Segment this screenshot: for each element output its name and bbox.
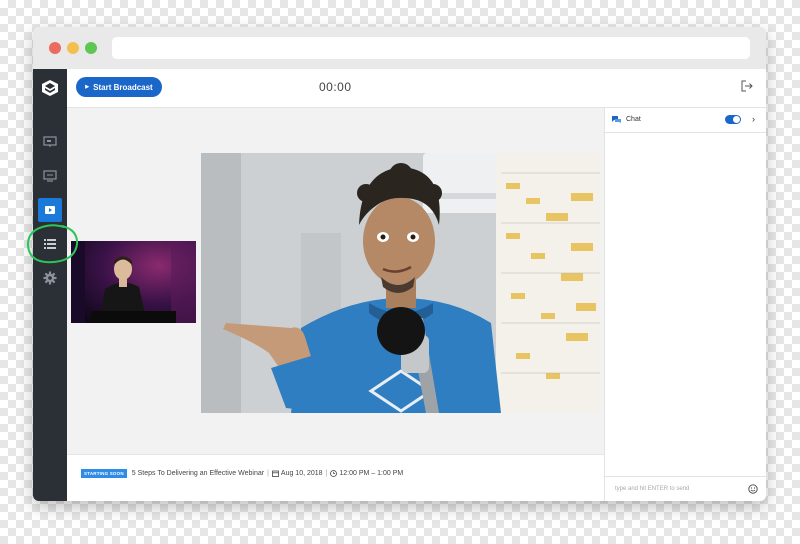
webinar-title: 5 Steps To Delivering an Effective Webin…: [131, 470, 265, 477]
chat-title: Chat: [626, 116, 641, 123]
emoji-icon[interactable]: [748, 484, 758, 494]
calendar-icon: [272, 470, 279, 477]
video-camera-icon: [45, 206, 55, 214]
sidebar: [33, 69, 67, 501]
chat-input[interactable]: type and hit ENTER to send: [605, 476, 766, 501]
sidebar-item-video[interactable]: [38, 198, 62, 222]
list-icon: [44, 239, 56, 249]
clock-icon: [330, 470, 338, 477]
broadcast-timer: 00:00: [319, 80, 352, 94]
gear-icon: [43, 271, 57, 285]
sidebar-item-presentation[interactable]: [38, 130, 62, 154]
divider: |: [267, 470, 269, 477]
close-window-button[interactable]: [49, 42, 61, 54]
browser-window: ▶ Start Broadcast 00:00 STARTING SOON 5 …: [33, 27, 766, 501]
chevron-right-icon[interactable]: ›: [752, 114, 755, 124]
secondary-video-thumbnail[interactable]: [71, 241, 196, 323]
app-logo-icon[interactable]: [41, 79, 59, 97]
webinar-time: 12:00 PM – 1:00 PM: [339, 470, 404, 477]
address-bar[interactable]: [112, 37, 750, 59]
sidebar-item-list[interactable]: [38, 232, 62, 256]
start-broadcast-label: Start Broadcast: [93, 82, 153, 92]
webinar-info-bar: STARTING SOON 5 Steps To Delivering an E…: [67, 454, 604, 501]
sidebar-item-settings[interactable]: [38, 266, 62, 290]
exit-icon[interactable]: [741, 79, 753, 97]
sidebar-item-screen-share[interactable]: [38, 164, 62, 188]
divider: |: [325, 470, 328, 477]
main-area: ▶ Start Broadcast 00:00 STARTING SOON 5 …: [67, 69, 766, 501]
minimize-window-button[interactable]: [67, 42, 79, 54]
screen-share-icon: [43, 170, 57, 182]
presentation-icon: [43, 136, 57, 147]
webinar-info-row: STARTING SOON 5 Steps To Delivering an E…: [81, 469, 403, 478]
video-stage: [67, 108, 604, 454]
chat-toggle[interactable]: [725, 115, 741, 124]
chat-input-placeholder: type and hit ENTER to send: [615, 486, 690, 492]
play-icon: ▶: [85, 84, 90, 90]
status-badge: STARTING SOON: [81, 469, 127, 478]
webinar-date: Aug 10, 2018: [280, 470, 323, 477]
title-bar: [33, 27, 766, 69]
start-broadcast-button[interactable]: ▶ Start Broadcast: [76, 77, 162, 97]
maximize-window-button[interactable]: [85, 42, 97, 54]
chat-panel: Chat › type and hit ENTER to send: [604, 108, 766, 501]
chat-header: Chat ›: [605, 108, 766, 133]
top-toolbar: ▶ Start Broadcast 00:00: [67, 69, 766, 108]
chat-bubble-icon: [612, 116, 621, 123]
main-video-feed[interactable]: [201, 153, 600, 413]
